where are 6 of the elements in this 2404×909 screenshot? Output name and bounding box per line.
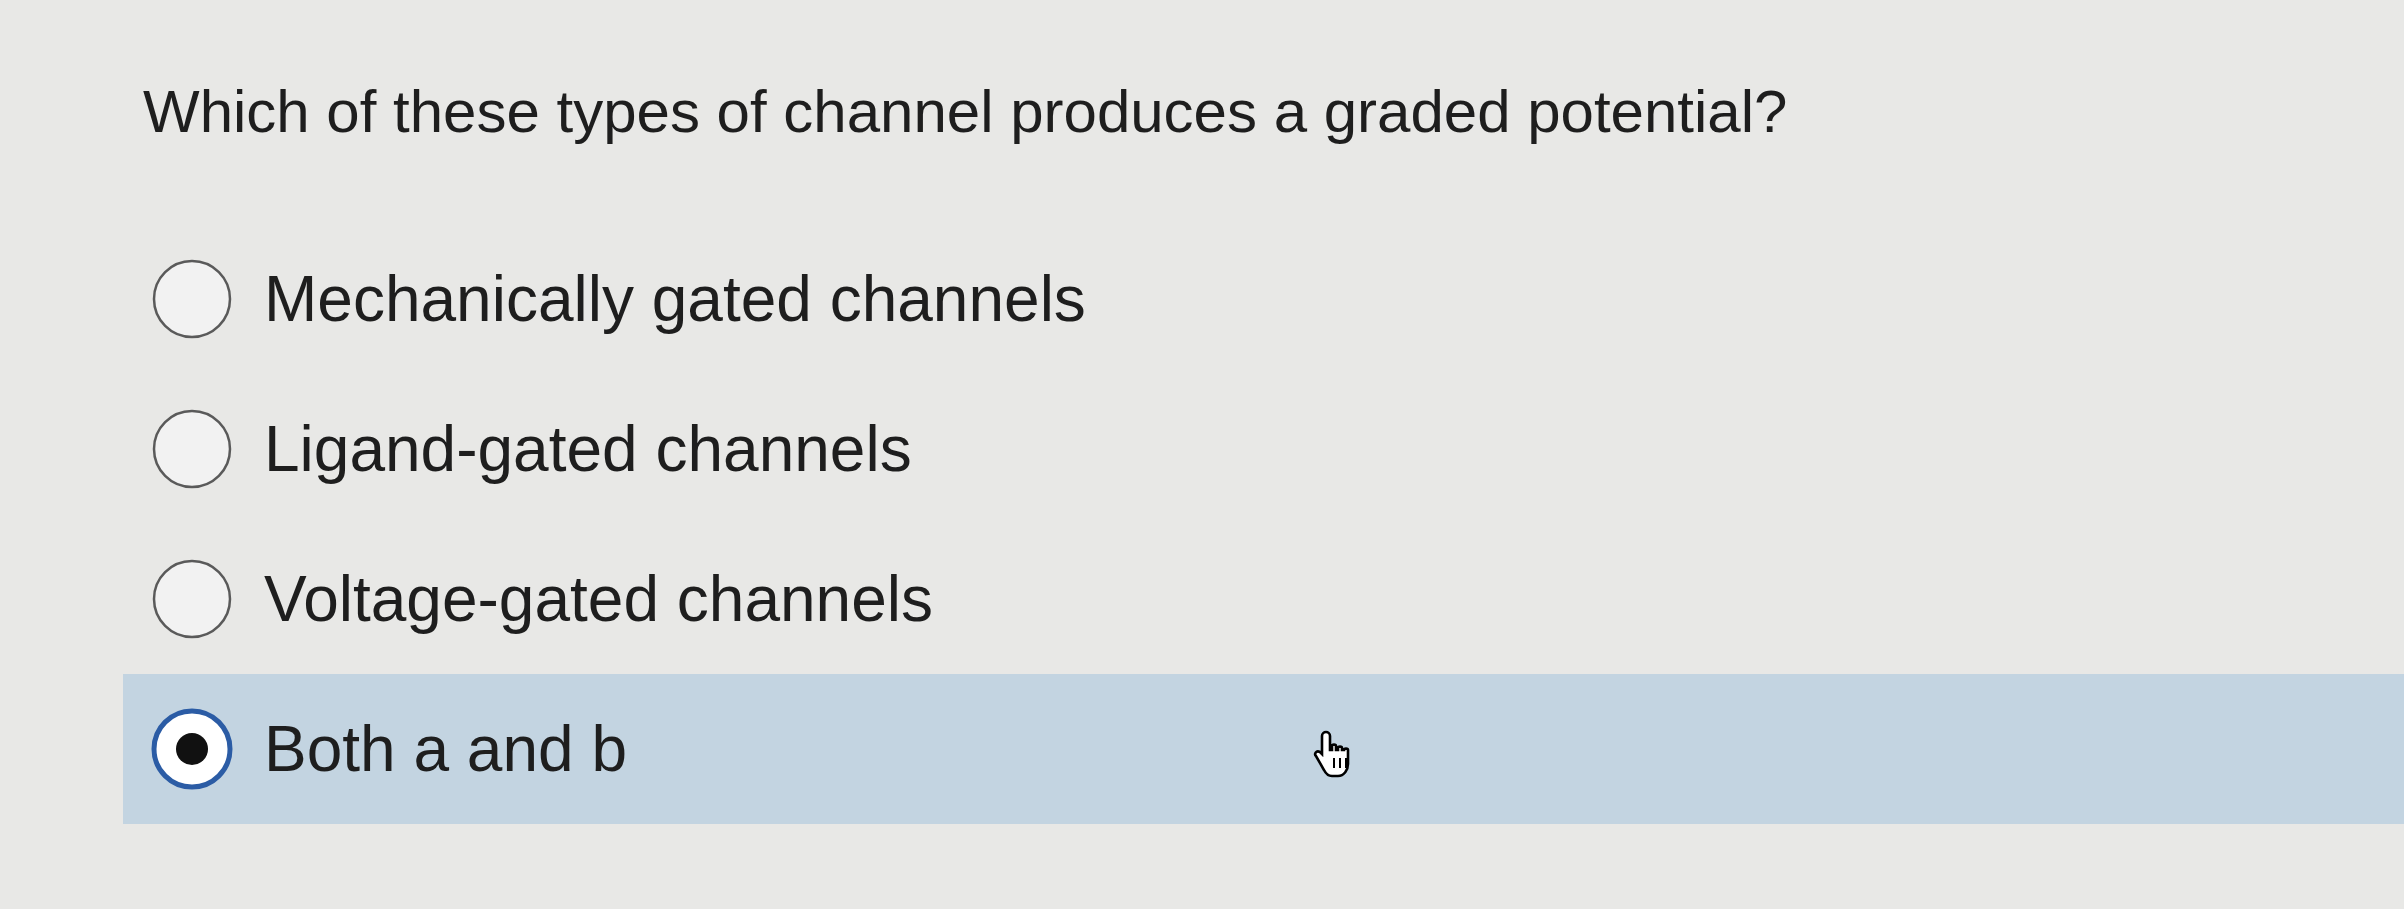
answer-option[interactable]: Voltage-gated channels <box>123 524 2404 674</box>
radio-button[interactable] <box>149 706 235 792</box>
question-text: Which of these types of channel produces a graded potential? <box>142 77 1789 147</box>
answer-option[interactable]: Both a and b <box>123 674 2404 824</box>
answer-option[interactable]: Mechanically gated channels <box>123 224 2404 374</box>
answer-option[interactable]: Ligand-gated channels <box>123 374 2404 524</box>
